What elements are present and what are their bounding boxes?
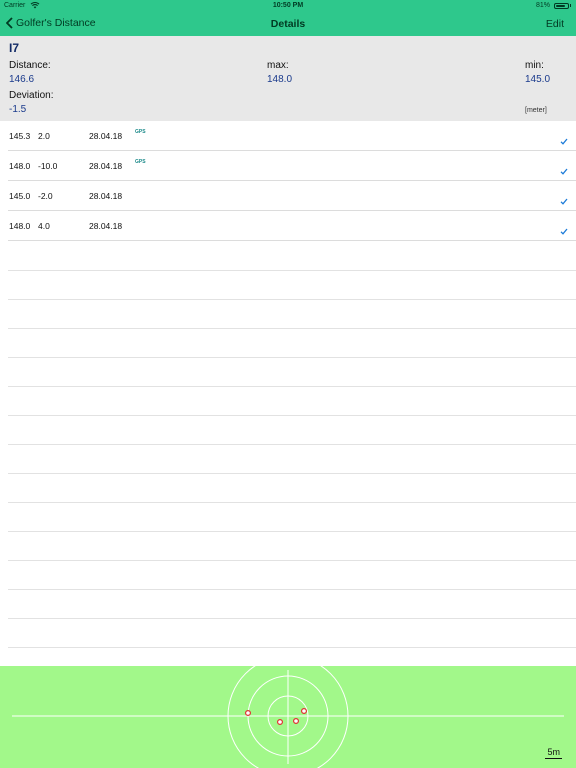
empty-table-row xyxy=(8,473,576,503)
shot-date: 28.04.18 xyxy=(89,131,123,141)
shot-distance: 145.0 xyxy=(9,191,31,201)
shot-distance: 145.3 xyxy=(9,131,31,141)
min-value: 145.0 xyxy=(525,74,551,85)
checkmark-icon[interactable] xyxy=(560,192,568,210)
shot-deviation: 2.0 xyxy=(38,131,50,141)
deviation-value: -1.5 xyxy=(9,104,27,115)
shot-dot xyxy=(277,718,284,725)
max-value: 148.0 xyxy=(267,74,293,85)
scale-label: 5m xyxy=(545,747,562,759)
max-label: max: xyxy=(267,60,289,71)
table-row[interactable]: 145.0 -2.0 28.04.18 xyxy=(8,181,576,211)
empty-table-row xyxy=(8,357,576,387)
unit-label: [meter] xyxy=(525,107,547,114)
navigation-bar: Golfer's Distance Details Edit xyxy=(0,12,576,36)
status-time: 10:50 PM xyxy=(272,2,304,9)
deviation-label: Deviation: xyxy=(9,90,54,101)
page-title: Details xyxy=(270,18,306,30)
checkmark-icon[interactable] xyxy=(560,162,568,180)
shot-deviation: -10.0 xyxy=(38,161,58,171)
checkmark-icon[interactable] xyxy=(560,222,568,240)
empty-table-row xyxy=(8,531,576,561)
shot-dispersion-target: 5m xyxy=(0,666,576,768)
shot-date: 28.04.18 xyxy=(89,161,123,171)
summary-panel: I7 Distance: 146.6 max: 148.0 min: 145.0… xyxy=(0,36,576,121)
checkmark-icon[interactable] xyxy=(560,132,568,150)
gps-badge: GPS xyxy=(135,129,146,135)
gps-badge: GPS xyxy=(135,159,146,165)
distance-value: 146.6 xyxy=(9,74,35,85)
distance-label: Distance: xyxy=(9,60,51,71)
target-graphic xyxy=(12,666,564,768)
shots-table: 145.3 2.0 28.04.18 GPS 148.0 -10.0 28.04… xyxy=(0,121,576,666)
shot-date: 28.04.18 xyxy=(89,191,123,201)
shot-dot xyxy=(301,707,308,714)
table-row[interactable]: 148.0 -10.0 28.04.18 GPS xyxy=(8,151,576,181)
empty-table-row xyxy=(8,444,576,474)
min-label: min: xyxy=(525,60,544,71)
shot-date: 28.04.18 xyxy=(89,221,123,231)
empty-table-row xyxy=(8,328,576,358)
empty-table-row xyxy=(8,589,576,619)
shot-deviation: 4.0 xyxy=(38,221,50,231)
table-row[interactable]: 148.0 4.0 28.04.18 xyxy=(8,211,576,241)
empty-table-row xyxy=(8,560,576,590)
empty-table-row xyxy=(8,241,576,271)
edit-button[interactable]: Edit xyxy=(546,18,564,30)
table-row[interactable]: 145.3 2.0 28.04.18 GPS xyxy=(8,121,576,151)
empty-table-row xyxy=(8,415,576,445)
shot-dot xyxy=(293,717,300,724)
empty-table-row xyxy=(8,386,576,416)
shot-deviation: -2.0 xyxy=(38,191,53,201)
shot-dot xyxy=(245,709,252,716)
empty-table-row xyxy=(8,270,576,300)
empty-table-row xyxy=(8,502,576,532)
battery-percent: 81% xyxy=(535,2,550,9)
status-bar: Carrier 10:50 PM 81% xyxy=(0,0,576,12)
empty-table-row xyxy=(8,299,576,329)
shot-distance: 148.0 xyxy=(9,221,31,231)
empty-table-row xyxy=(8,618,576,648)
battery-tip xyxy=(569,4,571,7)
club-name: I7 xyxy=(9,41,20,55)
shot-distance: 148.0 xyxy=(9,161,31,171)
battery-icon xyxy=(554,2,569,9)
